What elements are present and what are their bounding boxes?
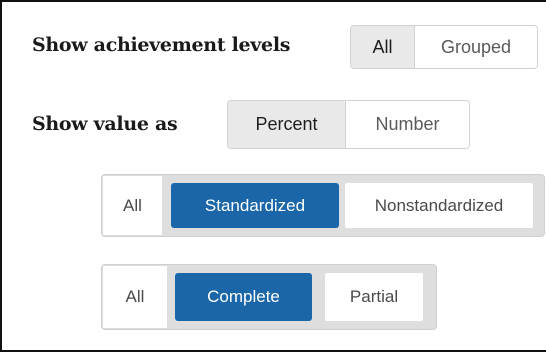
achievement-option-all[interactable]: All	[351, 26, 414, 68]
standardization-option-nonstandardized[interactable]: Nonstandardized	[345, 183, 533, 228]
completeness-option-partial[interactable]: Partial	[325, 273, 423, 321]
value-as-label: Show value as	[32, 113, 178, 135]
achievement-levels-label: Show achievement levels	[32, 34, 291, 56]
completeness-option-all[interactable]: All	[103, 266, 167, 328]
standardization-option-standardized[interactable]: Standardized	[171, 183, 339, 228]
completeness-option-complete[interactable]: Complete	[175, 273, 312, 321]
completeness-toggle-group: All Complete Partial	[101, 264, 437, 330]
standardization-toggle-group: All Standardized Nonstandardized	[101, 174, 545, 237]
standardization-option-all[interactable]: All	[103, 176, 162, 235]
value-as-toggle: Percent Number	[227, 100, 470, 149]
achievement-option-grouped[interactable]: Grouped	[414, 26, 537, 68]
achievement-levels-toggle: All Grouped	[350, 25, 538, 69]
value-option-percent[interactable]: Percent	[228, 101, 345, 148]
value-option-number[interactable]: Number	[345, 101, 469, 148]
